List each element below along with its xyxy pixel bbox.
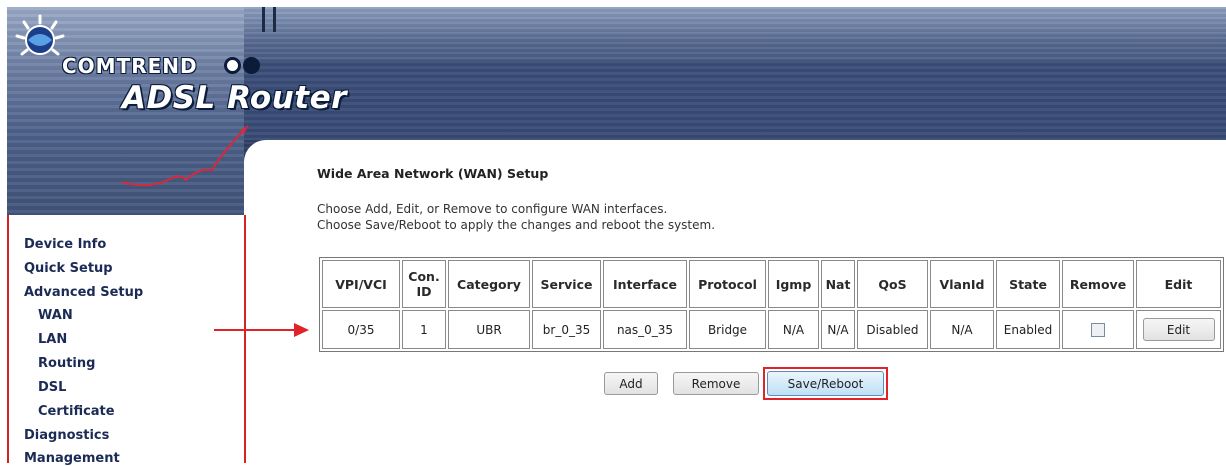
cell-vpi-vci: 0/35: [322, 310, 400, 349]
table-header-row: VPI/VCI Con. ID Category Service Interfa…: [322, 260, 1221, 308]
cell-interface: nas_0_35: [603, 310, 687, 349]
column-header: Protocol: [689, 260, 766, 308]
cell-edit: Edit: [1136, 310, 1221, 349]
page-description: Choose Save/Reboot to apply the changes …: [317, 218, 716, 232]
column-header: State: [996, 260, 1060, 308]
cell-remove: [1062, 310, 1134, 349]
sidebar-item-device-info[interactable]: Device Info: [24, 237, 106, 252]
column-header: Remove: [1062, 260, 1134, 308]
signal-graph-icon: [121, 125, 249, 187]
header-banner-strip: [244, 60, 1226, 140]
sidebar-item-certificate[interactable]: Certificate: [38, 404, 115, 419]
product-title: ADSL Router: [122, 80, 347, 116]
cell-state: Enabled: [996, 310, 1060, 349]
cell-protocol: Bridge: [689, 310, 766, 349]
sidebar-item-routing[interactable]: Routing: [38, 356, 95, 371]
highlight-box: [763, 367, 888, 400]
arrow-right-icon: [214, 323, 309, 337]
edit-button[interactable]: Edit: [1142, 318, 1215, 341]
column-header: Con. ID: [402, 260, 446, 308]
header-decoration: [262, 7, 284, 36]
cell-qos: Disabled: [857, 310, 928, 349]
cell-category: UBR: [448, 310, 530, 349]
page-description: Choose Add, Edit, or Remove to configure…: [317, 202, 668, 216]
page-title: Wide Area Network (WAN) Setup: [317, 166, 549, 181]
brand-name: COMTREND: [62, 54, 198, 78]
sidebar-item-management[interactable]: Management: [24, 451, 120, 466]
column-header: Service: [532, 260, 601, 308]
brand-dots-icon: [224, 57, 262, 78]
table-row: 0/35 1 UBR br_0_35 nas_0_35 Bridge N/A N…: [322, 310, 1221, 349]
column-header: Edit: [1136, 260, 1221, 308]
sidebar-item-wan[interactable]: WAN: [38, 308, 73, 323]
cell-con-id: 1: [402, 310, 446, 349]
add-button[interactable]: Add: [604, 372, 658, 395]
column-header: VPI/VCI: [322, 260, 400, 308]
sidebar-item-diagnostics[interactable]: Diagnostics: [24, 428, 109, 443]
cell-igmp: N/A: [768, 310, 819, 349]
cell-service: br_0_35: [532, 310, 601, 349]
column-header: Interface: [603, 260, 687, 308]
sidebar-item-quick-setup[interactable]: Quick Setup: [24, 261, 113, 276]
cell-vlan-id: N/A: [930, 310, 994, 349]
sidebar-item-lan[interactable]: LAN: [38, 332, 67, 347]
sidebar-item-advanced-setup[interactable]: Advanced Setup: [24, 285, 143, 300]
cell-nat: N/A: [821, 310, 855, 349]
remove-button[interactable]: Remove: [673, 372, 759, 395]
sidebar-item-dsl[interactable]: DSL: [38, 380, 66, 395]
column-header: Igmp: [768, 260, 819, 308]
remove-checkbox[interactable]: [1091, 322, 1105, 337]
column-header: VlanId: [930, 260, 994, 308]
wan-table: VPI/VCI Con. ID Category Service Interfa…: [319, 257, 1224, 352]
column-header: Category: [448, 260, 530, 308]
comtrend-logo-icon: [15, 14, 65, 56]
column-header: QoS: [857, 260, 928, 308]
column-header: Nat: [821, 260, 855, 308]
